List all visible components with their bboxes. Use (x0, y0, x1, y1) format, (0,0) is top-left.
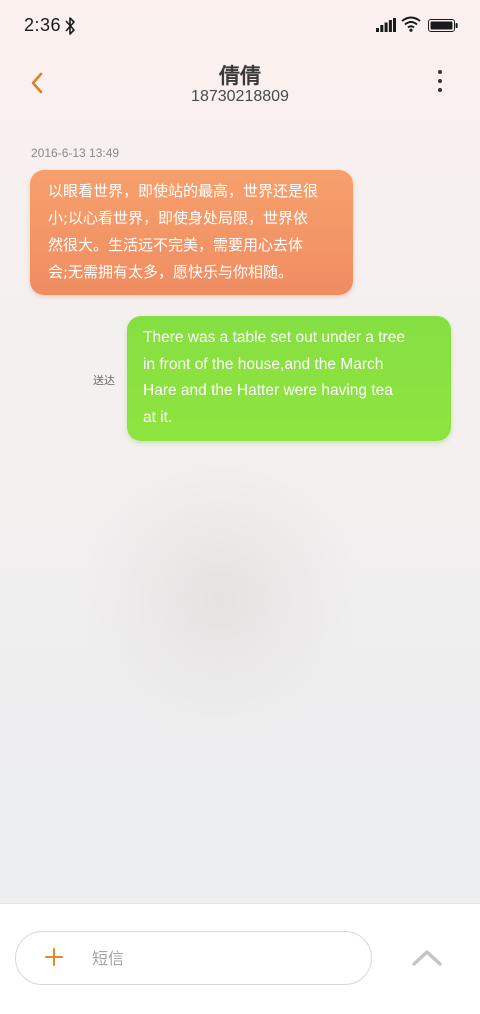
background-blur (80, 460, 360, 740)
compose-box[interactable] (15, 931, 372, 985)
message-line: 小;以心看世界，即使身处局限，世界依 (48, 209, 309, 227)
chevron-up-icon[interactable] (410, 946, 444, 968)
message-line: 然很大。生活远不完美，需要用心去体 (48, 236, 304, 254)
plus-icon[interactable] (44, 947, 64, 967)
bluetooth-icon (65, 17, 75, 35)
conversation-header: 倩倩 18730218809 (0, 52, 480, 112)
message-line: There was a table set out under a tree (143, 329, 405, 346)
message-line: 以眼看世界，即使站的最高，世界还是很 (48, 182, 319, 200)
composer-bar (0, 903, 480, 1014)
message-line: in front of the house,and the March (143, 355, 384, 373)
message-timestamp: 2016-6-13 13:49 (31, 146, 120, 160)
status-time: 2:36 (24, 15, 62, 35)
contact-number: 18730218809 (191, 88, 289, 105)
message-line: at it. (143, 408, 173, 426)
delivery-status: 送达 (93, 374, 115, 387)
wifi-icon (401, 16, 421, 32)
message-input[interactable] (92, 944, 352, 972)
incoming-message-bubble[interactable]: 以眼看世界，即使站的最高，世界还是很 小;以心看世界，即使身处局限，世界依 然很… (30, 170, 353, 295)
more-vertical-icon[interactable] (430, 70, 450, 96)
battery-icon (428, 19, 458, 32)
message-line: Hare and the Hatter were having tea (143, 382, 393, 399)
message-line: 会;无需拥有太多，愿快乐与你相随。 (48, 263, 294, 281)
outgoing-message-bubble[interactable]: There was a table set out under a tree i… (127, 316, 451, 441)
contact-name: 倩倩 (219, 64, 261, 88)
status-bar: 2:36 (0, 0, 480, 52)
signal-icon (376, 18, 396, 32)
